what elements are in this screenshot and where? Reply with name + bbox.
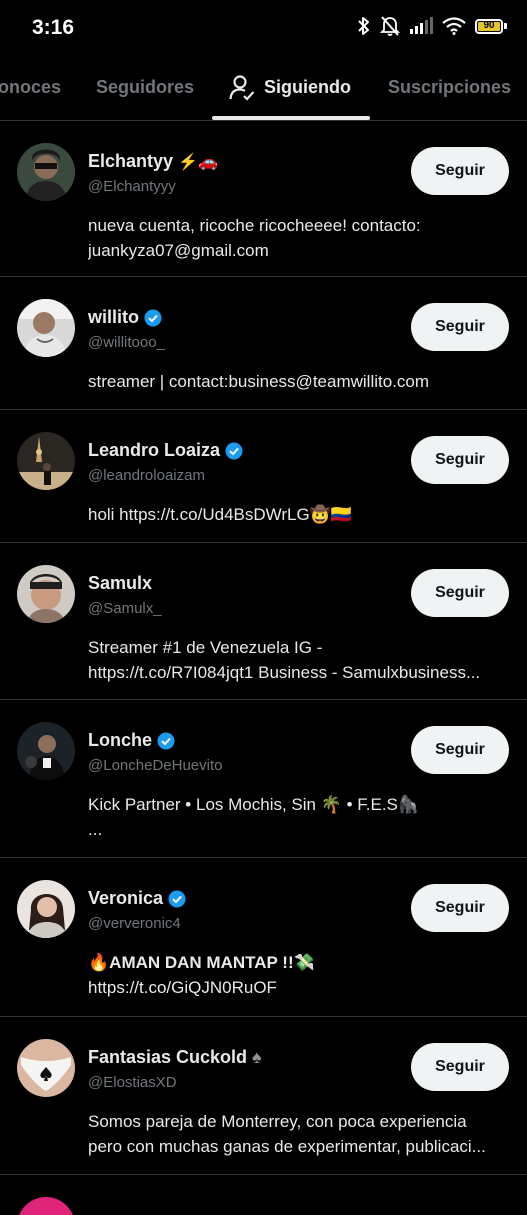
person-check-icon	[229, 74, 255, 101]
follow-button[interactable]: Seguir	[411, 569, 509, 617]
user-row-veronica[interactable]: Veronica @ververonic4 Seguir 🔥AMAN DAN M…	[0, 858, 527, 1017]
user-row-lonche[interactable]: Lonche @LoncheDeHuevito Seguir Kick Part…	[0, 700, 527, 858]
username: @Samulx_	[88, 600, 162, 617]
bio: Kick Partner • Los Mochis, Sin 🌴 • F.E.S…	[88, 792, 504, 842]
bio-line: https://t.co/GiQJN0RuOF	[88, 978, 277, 997]
bluetooth-icon	[358, 17, 369, 35]
user-row-leandro-loaiza[interactable]: Leandro Loaiza @leandroloaizam Seguir ho…	[0, 410, 527, 543]
follow-button[interactable]: Seguir	[411, 884, 509, 932]
battery-indicator: 90	[475, 18, 507, 34]
avatar[interactable]	[17, 1039, 75, 1097]
tab-siguiendo[interactable]: Siguiendo	[229, 56, 351, 119]
bio-line: pero con muchas ganas de experimentar, p…	[88, 1137, 486, 1156]
name-line: Leandro Loaiza	[88, 440, 243, 461]
username: @leandroloaizam	[88, 467, 205, 484]
follow-button[interactable]: Seguir	[411, 726, 509, 774]
user-row-partial[interactable]	[0, 1175, 527, 1215]
bio: nueva cuenta, ricoche ricocheeee! contac…	[88, 213, 504, 263]
bio: 🔥AMAN DAN MANTAP !!💸 https://t.co/GiQJN0…	[88, 950, 504, 1000]
status-icons: 90	[357, 15, 507, 37]
avatar[interactable]	[17, 565, 75, 623]
bio: holi https://t.co/Ud4BsDWrLG🤠🇨🇴	[88, 502, 504, 527]
avatar[interactable]	[17, 432, 75, 490]
signal-icon	[410, 17, 433, 34]
display-name: willito	[88, 307, 139, 327]
follow-button[interactable]: Seguir	[411, 436, 509, 484]
display-name: Fantasias Cuckold	[88, 1047, 248, 1067]
following-list: Elchantyy ⚡🚗 @Elchantyyy Seguir nueva cu…	[0, 121, 527, 1215]
tab-seguidores[interactable]: Seguidores	[96, 56, 194, 119]
bio-line: nueva cuenta, ricoche ricocheeee! contac…	[88, 216, 421, 235]
display-name: Veronica	[88, 888, 164, 908]
name-line: Lonche	[88, 730, 175, 751]
display-name: Elchantyy	[88, 151, 174, 171]
bell-muted-icon	[380, 16, 400, 36]
name-line: Samulx	[88, 573, 152, 594]
name-line: Elchantyy ⚡🚗	[88, 151, 218, 172]
bio-line: ...	[88, 820, 103, 839]
bio-line: juankyza07@gmail.com	[88, 241, 269, 260]
display-name: Lonche	[88, 730, 153, 750]
status-bar: 3:16 90	[0, 0, 527, 56]
verified-badge-icon	[144, 309, 162, 326]
name-line: willito	[88, 307, 162, 328]
status-time: 3:16	[32, 16, 75, 39]
display-name: Samulx	[88, 573, 153, 593]
tab-suscripciones[interactable]: Suscripciones	[388, 56, 511, 119]
username: @ElostiasXD	[88, 1074, 177, 1091]
user-row-fantasias-cuckold[interactable]: Fantasias Cuckold ♠ @ElostiasXD Seguir S…	[0, 1017, 527, 1175]
follow-button[interactable]: Seguir	[411, 147, 509, 195]
avatar[interactable]	[17, 722, 75, 780]
username: @LoncheDeHuevito	[88, 757, 223, 774]
bio-line: Kick Partner • Los Mochis, Sin 🌴 • F.E.S…	[88, 795, 420, 814]
verified-badge-icon	[157, 732, 175, 749]
bio: Somos pareja de Monterrey, con poca expe…	[88, 1109, 504, 1159]
bio-line: https://t.co/R7I084jqt1 Business - Samul…	[88, 663, 481, 682]
bio-line: Streamer #1 de Venezuela IG -	[88, 638, 323, 657]
name-line: Fantasias Cuckold ♠	[88, 1047, 262, 1068]
bio: Streamer #1 de Venezuela IG - https://t.…	[88, 635, 504, 685]
verified-badge-icon	[225, 442, 243, 459]
verified-badge-icon	[168, 890, 186, 907]
bio-line: Somos pareja de Monterrey, con poca expe…	[88, 1112, 467, 1131]
name-line: Veronica	[88, 888, 186, 909]
tab-conoces[interactable]: onoces	[0, 56, 61, 119]
avatar[interactable]	[17, 880, 75, 938]
name-emoji: ⚡🚗	[178, 153, 218, 171]
username: @ververonic4	[88, 915, 181, 932]
tab-bar: onoces Seguidores Siguiendo Suscripcione…	[0, 56, 527, 121]
username: @willitooo_	[88, 334, 165, 351]
wifi-icon	[442, 17, 466, 35]
avatar[interactable]	[17, 299, 75, 357]
battery-level: 90	[483, 20, 495, 31]
bio-line: holi https://t.co/Ud4BsDWrLG🤠🇨🇴	[88, 505, 353, 524]
bio-line: 🔥AMAN DAN MANTAP !!💸	[88, 953, 315, 972]
display-name: Leandro Loaiza	[88, 440, 221, 460]
user-row-samulx[interactable]: Samulx @Samulx_ Seguir Streamer #1 de Ve…	[0, 543, 527, 700]
spade-icon: ♠	[252, 1047, 262, 1067]
avatar[interactable]	[17, 143, 75, 201]
tab-siguiendo-label: Siguiendo	[264, 77, 351, 97]
active-tab-indicator	[212, 116, 370, 120]
bio: streamer | contact:business@teamwillito.…	[88, 369, 504, 394]
follow-button[interactable]: Seguir	[411, 1043, 509, 1091]
username: @Elchantyyy	[88, 178, 176, 195]
bio-line: streamer | contact:business@teamwillito.…	[88, 372, 430, 391]
user-row-elchantyy[interactable]: Elchantyy ⚡🚗 @Elchantyyy Seguir nueva cu…	[0, 121, 527, 277]
user-row-willito[interactable]: willito @willitooo_ Seguir streamer | co…	[0, 277, 527, 410]
follow-button[interactable]: Seguir	[411, 303, 509, 351]
